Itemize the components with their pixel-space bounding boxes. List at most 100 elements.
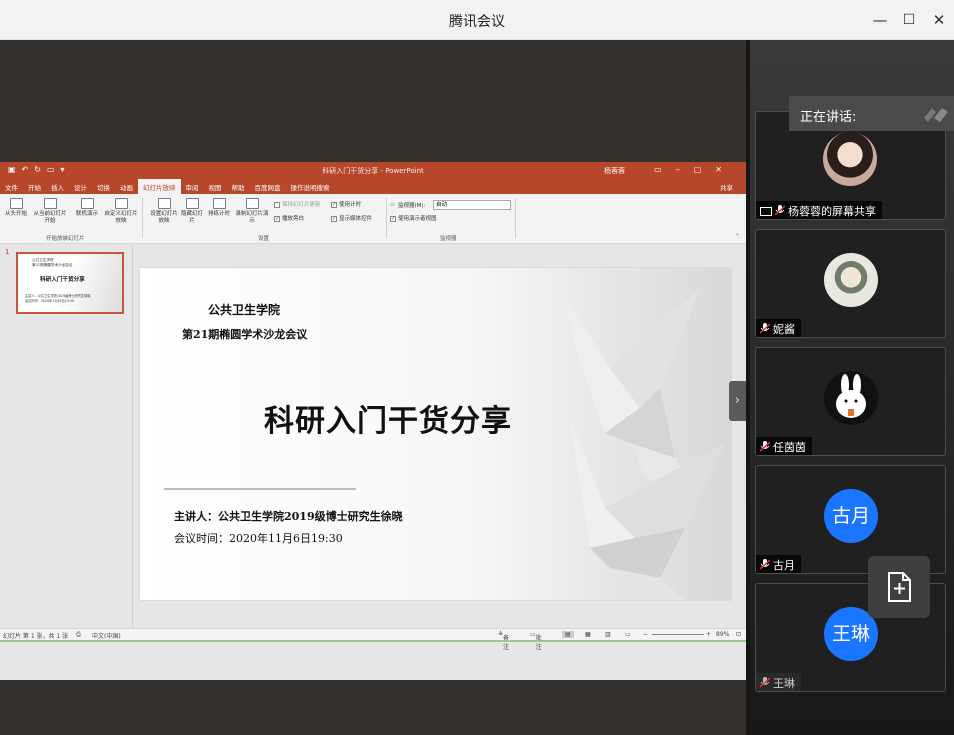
slide-divider xyxy=(164,488,356,490)
notes-button[interactable]: ≜ 备注 xyxy=(498,631,509,651)
share-indicator-bar xyxy=(0,640,746,642)
ppt-ribbon: 从头开始 从当前幻灯片开始 联机演示 自定义幻灯片放映 开始放映幻灯片 设置幻灯… xyxy=(0,194,746,244)
thumb-text: 主讲人：公共卫生学院2019级博士研究生徐晓 会议时间：2020年11月6日19:… xyxy=(25,294,91,303)
participant-label: 古月 xyxy=(756,555,801,573)
audio-wave-icon xyxy=(924,108,948,122)
ribbon-divider xyxy=(142,198,143,238)
keep-updated-checkbox[interactable]: 保持幻灯片更新 xyxy=(274,200,321,208)
timer-icon xyxy=(212,198,226,209)
tab-search[interactable]: 操作说明搜索 xyxy=(286,179,335,194)
participant-name: 古月 xyxy=(773,559,795,572)
zoom-slider[interactable] xyxy=(652,634,704,635)
language[interactable]: 中文(中国) xyxy=(92,631,121,640)
from-start-button[interactable]: 从头开始 xyxy=(3,198,29,218)
mic-muted-icon xyxy=(760,441,770,452)
slide-thumbnail-pane: 1 公共卫生学院 第21期椭圆学术沙龙会议 科研入门干货分享 主讲人：公共卫生学院… xyxy=(0,245,133,628)
narration-checkbox[interactable]: ✓ 播放旁白 xyxy=(274,214,304,222)
use-timing-checkbox[interactable]: ✓ 使用计时 xyxy=(331,200,361,208)
setup-show-button[interactable]: 设置幻灯片放映 xyxy=(148,198,180,225)
slide-speaker: 主讲人：公共卫生学院2019级博士研究生徐晓 xyxy=(174,510,403,523)
custom-show-icon xyxy=(114,198,128,209)
participant-label: 王琳 xyxy=(756,673,801,691)
record-button[interactable]: 录制幻灯片演示 xyxy=(234,198,270,225)
ppt-titlebar: ▣↶↻▭▾ 科研入门干货分享 - PowerPoint 杨蓉蓉 ▭–▢✕ xyxy=(0,162,746,179)
monitor-select[interactable]: 自动 xyxy=(433,200,511,210)
mic-muted-icon xyxy=(760,323,770,334)
ppt-user-name: 杨蓉蓉 xyxy=(604,167,625,175)
participant-label: 杨蓉蓉的屏幕共享 xyxy=(756,201,882,219)
ppt-statusbar: 幻灯片 第 1 张，共 1 张 ⎙ 中文(中国) ≜ 备注 ▭ 批注 ▤ ▦ ▥… xyxy=(0,628,746,651)
reading-view-icon[interactable]: ▥ xyxy=(605,631,611,638)
mic-muted-icon xyxy=(775,205,785,216)
avatar-photo xyxy=(823,132,877,186)
sorter-view-icon[interactable]: ▦ xyxy=(585,631,591,638)
tab-help[interactable]: 帮助 xyxy=(227,179,250,194)
slide-title: 科研入门干货分享 xyxy=(264,404,512,439)
current-slide: 公共卫生学院 第21期椭圆学术沙龙会议 科研入门干货分享 主讲人：公共卫生学院2… xyxy=(140,268,731,600)
hide-icon xyxy=(185,198,199,209)
avatar-rabbit-sticker xyxy=(824,371,878,425)
zoom-out-icon[interactable]: − xyxy=(643,631,648,638)
tab-home[interactable]: 开始 xyxy=(23,179,46,194)
tab-review[interactable]: 审阅 xyxy=(181,179,204,194)
online-present-button[interactable]: 联机演示 xyxy=(72,198,102,218)
ppt-doc-title: 科研入门干货分享 - PowerPoint xyxy=(322,167,424,175)
add-file-button[interactable] xyxy=(868,556,930,618)
slide-thumbnail[interactable]: 公共卫生学院 第21期椭圆学术沙龙会议 科研入门干货分享 主讲人：公共卫生学院20… xyxy=(16,252,124,314)
fit-slide-icon[interactable]: ⊡ xyxy=(736,631,741,638)
slide-institution: 公共卫生学院 xyxy=(208,303,281,317)
rehearse-button[interactable]: 排练计时 xyxy=(206,198,232,218)
thumb-text: 公共卫生学院 第21期椭圆学术沙龙会议 xyxy=(32,258,73,267)
media-controls-checkbox[interactable]: ✓ 显示媒体控件 xyxy=(331,214,372,222)
zoom-level[interactable]: 89% xyxy=(716,631,729,638)
screen-share-icon xyxy=(760,207,772,216)
slide-number: 1 xyxy=(5,248,10,256)
shared-screen-area: ▣↶↻▭▾ 科研入门干货分享 - PowerPoint 杨蓉蓉 ▭–▢✕ 文件 … xyxy=(0,40,746,735)
window-titlebar: 腾讯会议 — ☐ ✕ xyxy=(0,0,954,40)
monitor-label: ▭ 监视器(M): xyxy=(390,201,426,209)
slide-subtitle: 第21期椭圆学术沙龙会议 xyxy=(182,328,308,341)
window-title: 腾讯会议 xyxy=(449,14,505,30)
hide-slide-button[interactable]: 隐藏幻灯片 xyxy=(180,198,204,225)
tab-insert[interactable]: 插入 xyxy=(46,179,69,194)
expand-sidebar-button[interactable]: › xyxy=(729,381,746,421)
tab-view[interactable]: 视图 xyxy=(204,179,227,194)
from-current-button[interactable]: 从当前幻灯片开始 xyxy=(31,198,69,225)
tab-transitions[interactable]: 切换 xyxy=(92,179,115,194)
slideshow-view-icon[interactable]: ▭ xyxy=(625,631,631,638)
tab-file[interactable]: 文件 xyxy=(0,179,23,194)
share-button[interactable]: 共享 xyxy=(715,179,738,194)
tab-baidu[interactable]: 百度网盘 xyxy=(250,179,286,194)
speaking-label: 正在讲话: xyxy=(800,110,857,125)
slide-time: 会议时间：2020年11月6日19:30 xyxy=(174,532,343,545)
tab-design[interactable]: 设计 xyxy=(69,179,92,194)
maximize-button[interactable]: ☐ xyxy=(898,9,920,31)
ppt-ribbon-tabs: 文件 开始 插入 设计 切换 动画 幻灯片放映 审阅 视图 帮助 百度网盘 操作… xyxy=(0,179,746,194)
record-icon xyxy=(245,198,259,209)
group-label-setup: 设置 xyxy=(258,236,270,242)
mic-muted-icon xyxy=(760,559,770,570)
participant-label: 妮酱 xyxy=(756,319,801,337)
collapse-ribbon-icon[interactable]: ⌃ xyxy=(735,233,740,240)
slideshow-icon xyxy=(43,198,57,209)
zoom-in-icon[interactable]: + xyxy=(706,631,711,638)
participant-name: 杨蓉蓉的屏幕共享 xyxy=(788,205,876,218)
participant-label: 任茵茵 xyxy=(756,437,812,455)
accessibility-icon[interactable]: ⎙ xyxy=(76,631,81,639)
comments-button[interactable]: ▭ 批注 xyxy=(530,631,542,651)
ppt-window-controls[interactable]: ▭–▢✕ xyxy=(654,165,736,174)
slide-info: 幻灯片 第 1 张，共 1 张 xyxy=(3,633,69,640)
speaking-indicator: 正在讲话: xyxy=(789,96,954,131)
close-button[interactable]: ✕ xyxy=(928,9,950,31)
tab-animations[interactable]: 动画 xyxy=(115,179,138,194)
add-file-icon xyxy=(888,572,911,602)
normal-view-icon[interactable]: ▤ xyxy=(562,631,574,638)
custom-show-button[interactable]: 自定义幻灯片放映 xyxy=(104,198,138,225)
thumb-title: 科研入门干货分享 xyxy=(40,277,85,283)
minimize-button[interactable]: — xyxy=(869,9,891,31)
presenter-view-checkbox[interactable]: ✓ 使用演示者视图 xyxy=(390,214,437,222)
participant-tile[interactable]: 妮酱 xyxy=(755,229,946,338)
participant-tile[interactable]: 任茵茵 xyxy=(755,347,946,456)
avatar-photo xyxy=(824,253,878,307)
tab-slideshow[interactable]: 幻灯片放映 xyxy=(138,179,181,194)
